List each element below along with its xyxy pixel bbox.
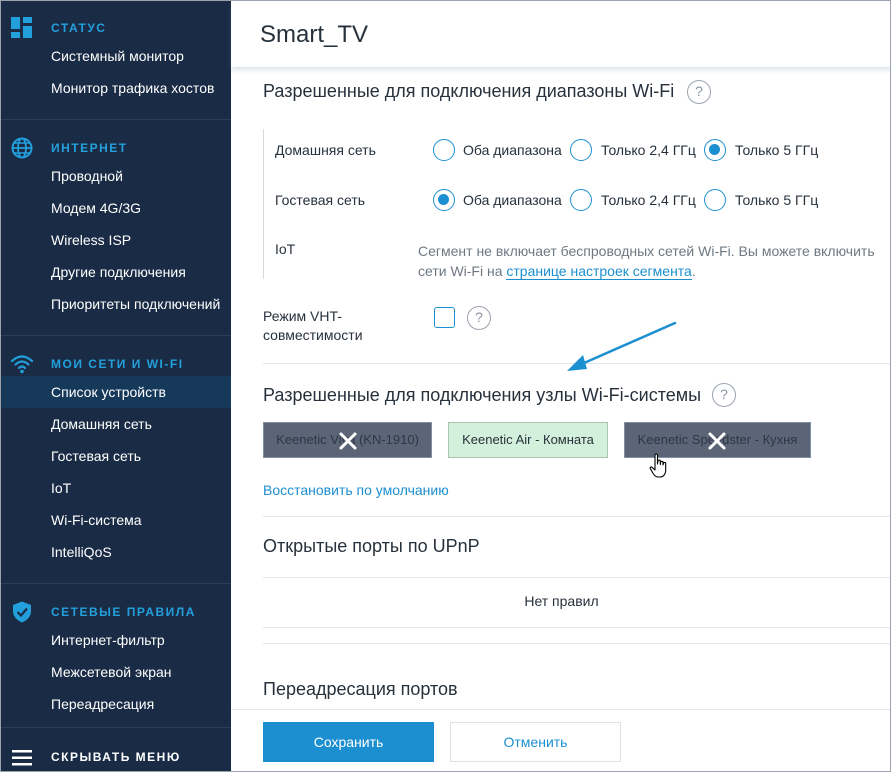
guest-5ghz-radio[interactable] — [704, 189, 726, 211]
sidebar: СТАТУС Системный монитор Монитор трафика… — [1, 1, 231, 771]
iot-note: Сегмент не включает беспроводных сетей W… — [418, 241, 890, 281]
sidebar-item-wireless-isp[interactable]: Wireless ISP — [1, 224, 231, 256]
home-24ghz-radio[interactable] — [570, 139, 592, 161]
vht-mode-label: Режим VHT-совместимости — [263, 308, 363, 343]
action-footer: Сохранить Отменить — [231, 709, 890, 771]
sidebar-item-system-monitor[interactable]: Системный монитор — [1, 40, 231, 72]
sidebar-divider — [1, 335, 231, 336]
home-both-bands-label: Оба диапазона — [463, 142, 562, 158]
guest-5ghz-label: Только 5 ГГц — [735, 192, 819, 208]
segment-settings-link[interactable]: странице настроек сегмента — [506, 263, 692, 280]
home-5ghz-radio[interactable] — [704, 139, 726, 161]
vht-mode-checkbox[interactable] — [434, 307, 455, 328]
sidebar-section-internet: ИНТЕРНЕТ — [1, 137, 231, 161]
home-5ghz-label: Только 5 ГГц — [735, 142, 819, 158]
home-network-label: Домашняя сеть — [275, 142, 376, 158]
sidebar-item-device-list[interactable]: Список устройств — [1, 376, 231, 408]
mesh-node-chip-speedster[interactable]: Keenetic Speedster - Кухня — [624, 422, 811, 458]
sidebar-item-connection-priorities[interactable]: Приоритеты подключений — [1, 288, 231, 320]
guest-both-bands-radio[interactable] — [433, 189, 455, 211]
mesh-nodes-help-icon[interactable]: ? — [712, 383, 736, 407]
collapse-menu-label: СКРЫВАТЬ МЕНЮ — [51, 750, 181, 764]
close-icon — [708, 432, 726, 450]
mesh-node-name: Keenetic Air - Комната — [462, 432, 594, 447]
sidebar-section-title: ИНТЕРНЕТ — [51, 141, 128, 155]
mesh-node-chip-air[interactable]: Keenetic Air - Комната — [448, 422, 608, 458]
save-button[interactable]: Сохранить — [263, 722, 434, 762]
app-window: СТАТУС Системный монитор Монитор трафика… — [0, 0, 891, 772]
guest-24ghz-label: Только 2,4 ГГц — [601, 192, 696, 208]
sidebar-item-wired[interactable]: Проводной — [1, 160, 231, 192]
iot-note-end: . — [691, 263, 696, 279]
page-title: Smart_TV — [260, 21, 369, 48]
guest-24ghz-radio[interactable] — [570, 189, 592, 211]
close-icon — [339, 432, 357, 450]
sidebar-divider — [1, 119, 231, 120]
sidebar-item-host-traffic-monitor[interactable]: Монитор трафика хостов — [1, 72, 231, 104]
cancel-button[interactable]: Отменить — [450, 722, 621, 762]
sidebar-item-modem[interactable]: Модем 4G/3G — [1, 192, 231, 224]
home-both-bands-radio[interactable] — [433, 139, 455, 161]
main-panel: Smart_TV Разрешенные для подключения диа… — [231, 1, 890, 771]
section-divider — [263, 643, 890, 644]
port-forwarding-heading: Переадресация портов — [263, 679, 458, 699]
mesh-node-chip-viva[interactable]: Keenetic Viva (KN-1910) — [263, 422, 432, 458]
home-24ghz-label: Только 2,4 ГГц — [601, 142, 696, 158]
sidebar-item-home-network[interactable]: Домашняя сеть — [1, 408, 231, 440]
sidebar-section-title: МОИ СЕТИ И WI-FI — [51, 357, 184, 371]
sidebar-divider — [1, 583, 231, 584]
section-divider — [263, 516, 890, 517]
sidebar-section-title: СТАТУС — [51, 21, 107, 35]
mesh-nodes-heading: Разрешенные для подключения узлы Wi-Fi-с… — [263, 385, 702, 405]
sidebar-item-internet-filter[interactable]: Интернет-фильтр — [1, 624, 231, 656]
page-header: Smart_TV — [231, 1, 890, 67]
group-indicator-line — [263, 129, 264, 279]
sidebar-item-firewall[interactable]: Межсетевой экран — [1, 656, 231, 688]
sidebar-divider — [1, 727, 231, 728]
sidebar-item-intelliqos[interactable]: IntelliQoS — [1, 536, 231, 568]
table-top-border — [263, 577, 890, 578]
sidebar-section-network-rules: СЕТЕВЫЕ ПРАВИЛА — [1, 601, 231, 625]
guest-both-bands-label: Оба диапазона — [463, 192, 562, 208]
collapse-menu-button[interactable]: СКРЫВАТЬ МЕНЮ — [1, 741, 231, 771]
shield-icon — [13, 601, 31, 623]
vht-help-icon[interactable]: ? — [467, 306, 491, 330]
sidebar-section-my-networks: МОИ СЕТИ И WI-FI — [1, 353, 231, 377]
wifi-bands-help-icon[interactable]: ? — [687, 80, 711, 104]
guest-network-label: Гостевая сеть — [275, 192, 366, 208]
sidebar-item-other-connections[interactable]: Другие подключения — [1, 256, 231, 288]
table-bottom-border — [263, 627, 890, 628]
sidebar-item-iot[interactable]: IoT — [1, 472, 231, 504]
sidebar-section-status: СТАТУС — [1, 17, 231, 41]
sidebar-item-guest-network[interactable]: Гостевая сеть — [1, 440, 231, 472]
settings-content: Разрешенные для подключения диапазоны Wi… — [231, 67, 890, 709]
dashboard-icon — [11, 17, 32, 38]
wifi-icon — [11, 355, 33, 374]
restore-defaults-link[interactable]: Восстановить по умолчанию — [263, 482, 449, 498]
sidebar-item-wifi-system[interactable]: Wi-Fi-система — [1, 504, 231, 536]
wifi-bands-heading: Разрешенные для подключения диапазоны Wi… — [263, 81, 675, 101]
upnp-empty-state: Нет правил — [524, 593, 599, 609]
sidebar-section-title: СЕТЕВЫЕ ПРАВИЛА — [51, 605, 196, 619]
iot-label: IoT — [275, 241, 296, 257]
upnp-heading: Открытые порты по UPnP — [263, 536, 480, 556]
globe-icon — [11, 137, 33, 159]
sidebar-item-forwarding[interactable]: Переадресация — [1, 688, 231, 720]
hamburger-icon — [12, 750, 32, 766]
section-divider — [263, 363, 890, 364]
